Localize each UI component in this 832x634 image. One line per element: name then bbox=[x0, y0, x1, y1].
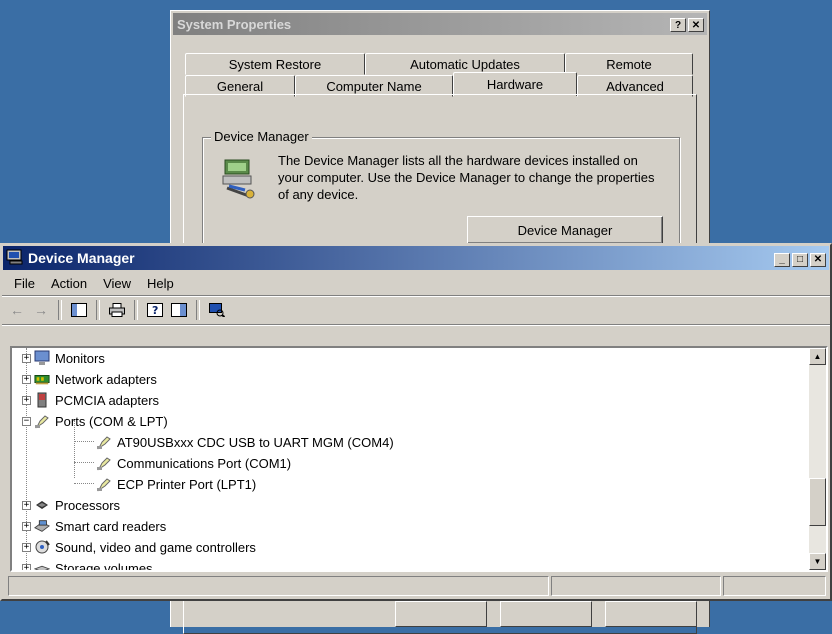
port-icon bbox=[34, 413, 50, 429]
monitor-icon bbox=[34, 350, 50, 366]
help-button[interactable]: ? bbox=[670, 18, 686, 33]
tab-remote[interactable]: Remote bbox=[565, 53, 693, 75]
tree-item-label: PCMCIA adapters bbox=[55, 392, 160, 408]
collapse-icon[interactable]: − bbox=[22, 416, 31, 426]
system-properties-title: System Properties bbox=[177, 16, 292, 32]
tree-item-label: Processors bbox=[55, 497, 121, 513]
device-manager-description: The Device Manager lists all the hardwar… bbox=[278, 153, 655, 202]
expand-icon[interactable]: + bbox=[22, 542, 31, 552]
cancel-button[interactable] bbox=[500, 601, 592, 627]
device-tree-pane[interactable]: + Monitors + Network adapters + PCMCIA a… bbox=[10, 346, 828, 572]
apply-button[interactable] bbox=[605, 601, 697, 627]
tree-item-label: Smart card readers bbox=[55, 518, 167, 534]
tree-item-port-lpt1[interactable]: ECP Printer Port (LPT1) bbox=[96, 474, 256, 494]
tree-item-label: ECP Printer Port (LPT1) bbox=[117, 476, 257, 492]
toolbar-separator bbox=[196, 300, 200, 320]
tree-item-sound-video-game[interactable]: + Sound, video and game controllers bbox=[22, 537, 256, 557]
device-manager-computer-icon bbox=[219, 156, 259, 203]
storage-icon bbox=[34, 560, 50, 570]
tree-item-label: Communications Port (COM1) bbox=[117, 455, 292, 471]
tree-item-label: Monitors bbox=[55, 350, 105, 366]
menu-view[interactable]: View bbox=[95, 276, 139, 291]
device-manager-window: Device Manager _ □ ✕ File Action View Help… bbox=[0, 243, 832, 601]
device-manager-titlebar[interactable]: Device Manager _ □ ✕ bbox=[3, 246, 829, 270]
tree-item-storage-volumes[interactable]: + Storage volumes bbox=[22, 558, 153, 572]
expand-icon[interactable]: + bbox=[22, 395, 31, 405]
properties-icon[interactable] bbox=[168, 299, 190, 321]
maximize-button[interactable]: □ bbox=[792, 252, 808, 267]
status-pane bbox=[723, 576, 826, 596]
device-manager-app-icon bbox=[6, 249, 24, 268]
vertical-scrollbar[interactable]: ▲ ▼ bbox=[809, 348, 826, 570]
menu-action[interactable]: Action bbox=[43, 276, 95, 291]
network-adapter-icon bbox=[34, 371, 50, 387]
menu-file[interactable]: File bbox=[6, 276, 43, 291]
minimize-button[interactable]: _ bbox=[774, 252, 790, 267]
toolbar-separator bbox=[58, 300, 62, 320]
tree-item-label: Ports (COM & LPT) bbox=[55, 413, 168, 429]
port-icon bbox=[96, 434, 112, 450]
toolbar: ← → ? bbox=[2, 296, 830, 325]
tree-item-monitors[interactable]: + Monitors bbox=[22, 348, 105, 368]
expand-icon[interactable]: + bbox=[22, 500, 31, 510]
tree-item-ports[interactable]: − Ports (COM & LPT) bbox=[22, 411, 168, 431]
back-arrow-icon[interactable]: ← bbox=[6, 299, 28, 321]
tree-item-label: Sound, video and game controllers bbox=[55, 539, 256, 555]
expand-icon[interactable]: + bbox=[22, 374, 31, 384]
tree-item-smart-card-readers[interactable]: + Smart card readers bbox=[22, 516, 166, 536]
tab-system-restore[interactable]: System Restore bbox=[185, 53, 365, 75]
tree-item-port-com4[interactable]: AT90USBxxx CDC USB to UART MGM (COM4) bbox=[96, 432, 394, 452]
device-tree: + Monitors + Network adapters + PCMCIA a… bbox=[12, 348, 808, 570]
scroll-down-icon[interactable]: ▼ bbox=[809, 553, 826, 570]
toolbar-separator bbox=[134, 300, 138, 320]
forward-arrow-icon[interactable]: → bbox=[30, 299, 52, 321]
tree-item-network-adapters[interactable]: + Network adapters bbox=[22, 369, 157, 389]
scan-hardware-icon[interactable] bbox=[206, 299, 228, 321]
tree-item-label: Network adapters bbox=[55, 371, 157, 387]
ok-button[interactable] bbox=[395, 601, 487, 627]
window-close-button[interactable]: ✕ bbox=[810, 252, 826, 267]
scroll-up-icon[interactable]: ▲ bbox=[809, 348, 826, 365]
menu-help[interactable]: Help bbox=[139, 276, 182, 291]
tree-item-port-com1[interactable]: Communications Port (COM1) bbox=[96, 453, 291, 473]
expand-icon[interactable]: + bbox=[22, 563, 31, 570]
close-button[interactable]: ✕ bbox=[688, 18, 704, 33]
device-manager-button[interactable]: Device Manager bbox=[467, 216, 663, 244]
tree-item-processors[interactable]: + Processors bbox=[22, 495, 120, 515]
tree-item-pcmcia-adapters[interactable]: + PCMCIA adapters bbox=[22, 390, 159, 410]
scrollbar-thumb[interactable] bbox=[809, 478, 826, 526]
menu-bar: File Action View Help bbox=[2, 271, 830, 296]
svg-text:?: ? bbox=[152, 304, 158, 317]
toolbar-separator bbox=[96, 300, 100, 320]
smart-card-icon bbox=[34, 518, 50, 534]
tree-item-label: AT90USBxxx CDC USB to UART MGM (COM4) bbox=[117, 434, 394, 450]
expand-icon[interactable]: + bbox=[22, 521, 31, 531]
processor-icon bbox=[34, 497, 50, 513]
tree-item-label: Storage volumes bbox=[55, 560, 153, 572]
system-properties-titlebar[interactable]: System Properties ? ✕ bbox=[173, 13, 707, 35]
help-icon[interactable]: ? bbox=[144, 299, 166, 321]
device-manager-group-label: Device Manager bbox=[211, 129, 312, 144]
print-icon[interactable] bbox=[106, 299, 128, 321]
port-icon bbox=[96, 455, 112, 471]
status-pane bbox=[8, 576, 549, 596]
device-manager-title: Device Manager bbox=[28, 250, 135, 266]
status-pane bbox=[551, 576, 721, 596]
show-hide-console-tree-icon[interactable] bbox=[68, 299, 90, 321]
sound-icon bbox=[34, 539, 50, 555]
status-bar bbox=[8, 576, 826, 596]
pcmcia-icon bbox=[34, 392, 50, 408]
tab-hardware[interactable]: Hardware bbox=[453, 72, 577, 96]
port-icon bbox=[96, 476, 112, 492]
expand-icon[interactable]: + bbox=[22, 353, 31, 363]
